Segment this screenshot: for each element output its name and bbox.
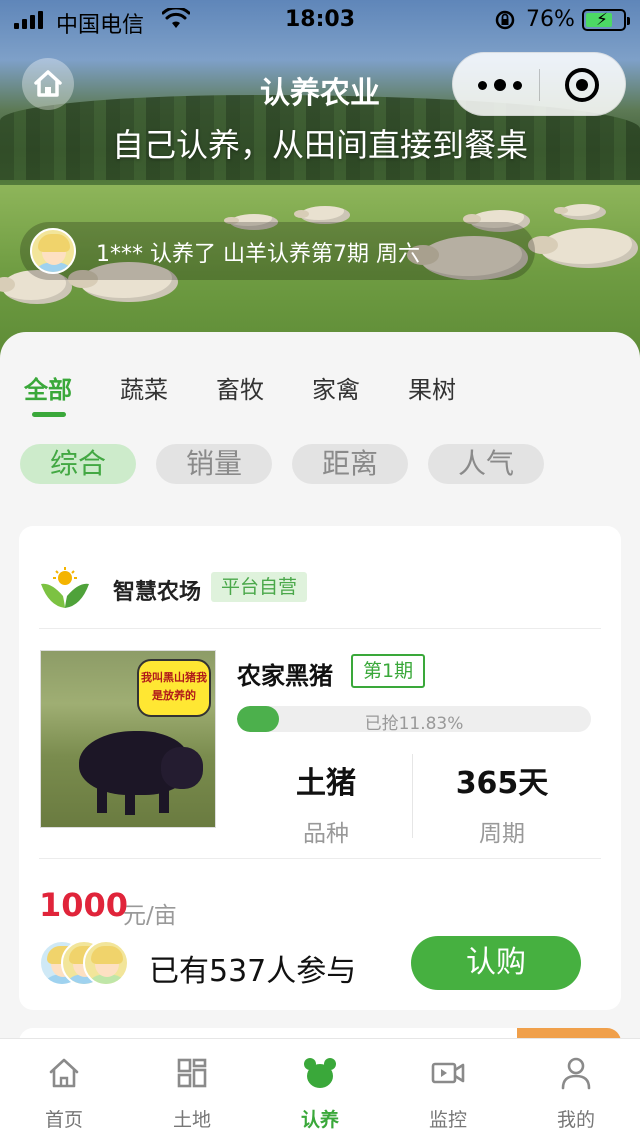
breed-stat: 土猪 品种 [241,758,411,848]
tab-livestock[interactable]: 畜牧 [216,370,264,405]
tab-poultry[interactable]: 家禽 [312,370,360,405]
tab-vegetables[interactable]: 蔬菜 [120,370,168,405]
progress-bar: 已抢11.83% [237,706,591,732]
tabbar-label: 我的 [556,1109,595,1131]
price-unit: 元/亩 [123,903,177,929]
avatar [83,940,129,986]
period-badge: 第1期 [351,654,426,688]
sort-chip-distance[interactable]: 距离 [292,444,408,484]
tabbar-label: 土地 [172,1109,211,1131]
tabbar-label: 认养 [300,1109,339,1131]
tab-fruit-trees[interactable]: 果树 [408,370,456,405]
charging-bolt-icon: ⚡ [596,10,608,30]
subscribe-button[interactable]: 认购 [411,936,581,990]
participant-avatars [39,940,139,988]
bottom-tab-bar: 首页 土地 认养 监控 我的 [0,1038,640,1136]
pig-head [161,747,203,789]
divider [39,628,601,629]
sort-chip-sales[interactable]: 销量 [156,444,272,484]
cycle-value: 365天 [455,766,549,801]
hero-slogan: 自己认养，从田间直接到餐桌 [111,126,528,164]
participants-count: 已有537人参与 [149,954,357,989]
cycle-label: 周期 [479,821,525,847]
category-tabs: 全部 蔬菜 畜牧 家禽 果树 [0,370,640,420]
main-content: 全部 蔬菜 畜牧 家禽 果树 综合 销量 距离 人气 智慧农场 平台自营 我叫黑… [0,332,640,1042]
adoption-ticker: 1*** 认养了 山羊认养第7期 周六 [20,222,535,280]
active-tab-indicator [32,412,66,417]
orientation-lock-icon [495,10,515,30]
mini-program-capsule [452,52,626,116]
more-dots-icon[interactable] [473,70,527,100]
tabbar-item-land[interactable]: 土地 [128,1039,256,1136]
sheep-decoration [554,204,606,220]
product-title: 农家黑猪 [237,662,333,690]
sort-filters: 综合 销量 距离 人气 [20,444,620,484]
breed-value: 土猪 [296,766,356,801]
sort-chip-overall[interactable]: 综合 [20,444,136,484]
tabbar-item-mine[interactable]: 我的 [512,1039,640,1136]
farm-name: 智慧农场 [113,580,202,605]
self-operated-badge: 平台自营 [211,572,308,602]
sort-chip-popularity[interactable]: 人气 [428,444,544,484]
tabbar-label: 首页 [44,1109,83,1131]
image-caption: 我叫黑山猪我是放养的 [137,659,211,717]
ticker-text: 1*** 认养了 山羊认养第7期 周六 [96,242,420,267]
adopt-icon [304,1058,336,1088]
tabbar-item-adopt[interactable]: 认养 [256,1039,384,1136]
close-target-icon[interactable] [565,68,599,102]
product-image: 我叫黑山猪我是放养的 [40,650,216,828]
tabbar-item-monitor[interactable]: 监控 [384,1039,512,1136]
status-bar: 中国电信 18:03 76% ⚡ [0,0,640,40]
capsule-divider [539,69,540,101]
stat-divider [412,754,413,838]
cycle-stat: 365天 周期 [417,758,587,848]
product-card[interactable]: 智慧农场 平台自营 我叫黑山猪我是放养的 农家黑猪 第1期 已抢11.83% 土… [19,526,621,1010]
avatar [30,228,76,274]
user-icon [561,1057,591,1090]
price: 1000 [39,886,129,924]
video-icon [431,1062,465,1084]
sheep-decoration [528,228,638,268]
tabbar-item-home[interactable]: 首页 [0,1039,128,1136]
home-icon [49,1058,79,1088]
breed-label: 品种 [303,821,349,847]
tab-all[interactable]: 全部 [24,370,72,405]
battery-percent: 76% [526,7,575,32]
battery-icon: ⚡ [582,9,630,31]
divider [39,858,601,859]
progress-label: 已抢11.83% [364,714,464,732]
tabbar-label: 监控 [428,1109,467,1131]
farm-logo-icon [41,567,89,608]
grid-icon [177,1058,207,1088]
